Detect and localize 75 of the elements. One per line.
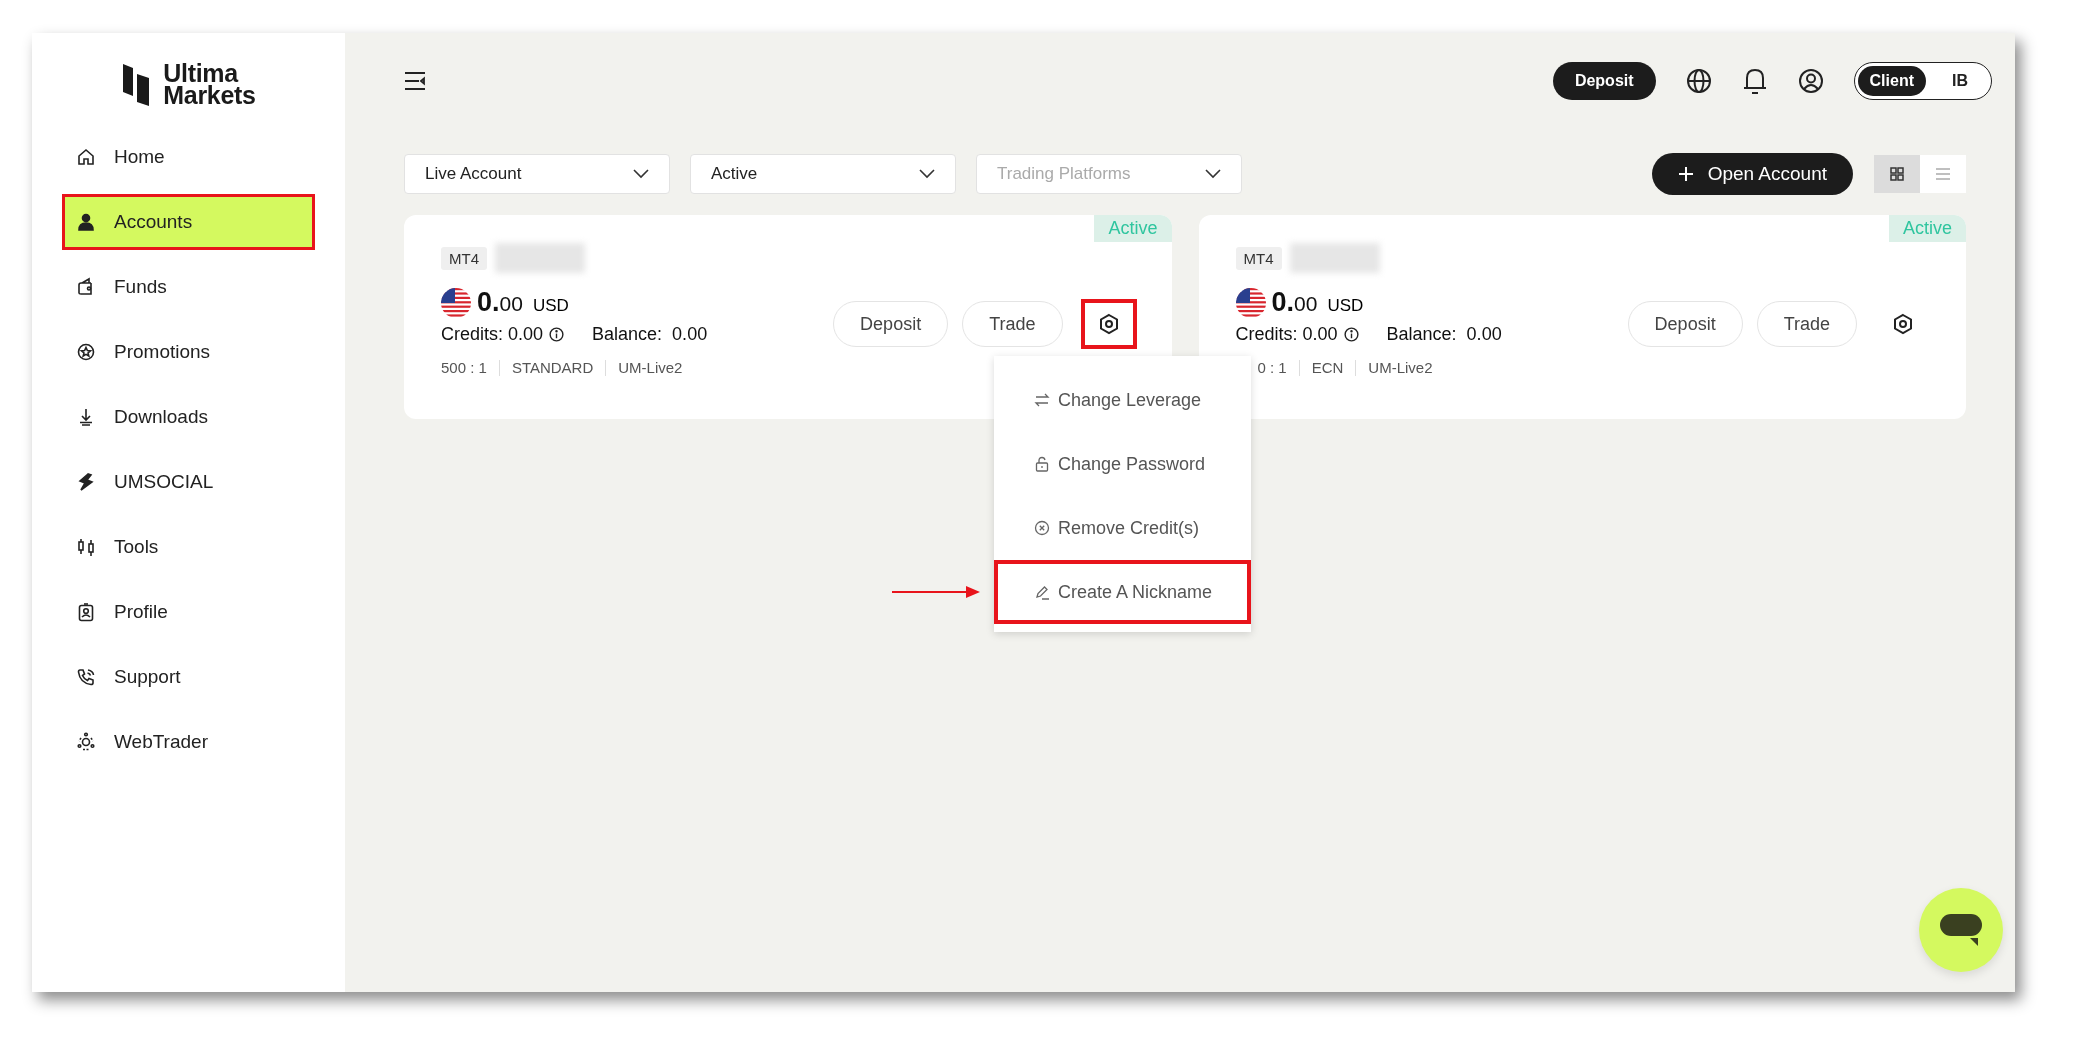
list-icon	[1935, 167, 1951, 181]
credits-text: Credits: 0.00	[1235, 324, 1338, 345]
logo-mark-icon	[121, 62, 152, 106]
menu-icon[interactable]	[404, 71, 426, 91]
card-action-button[interactable]: Trade	[1756, 301, 1857, 347]
grid-icon	[1890, 167, 1904, 181]
chevron-down-icon	[633, 169, 649, 179]
nav-item[interactable]: UMSOCIAL	[62, 454, 315, 510]
menu-item[interactable]: Change Password	[994, 432, 1251, 496]
card-action-button[interactable]: Deposit	[1627, 301, 1743, 347]
chat-bubble-icon	[1938, 912, 1984, 948]
nav-item[interactable]: Profile	[62, 584, 315, 640]
candlestick-icon	[76, 537, 96, 557]
filter-dropdown[interactable]: Live Account	[404, 154, 670, 194]
settings-icon	[1097, 313, 1120, 335]
platform-tag: MT4	[441, 246, 487, 270]
home-icon	[76, 147, 96, 167]
settings-button[interactable]	[1080, 299, 1137, 349]
currency-label: USD	[532, 296, 569, 316]
account-detail: UM-Live2	[1368, 359, 1433, 376]
plus-icon	[1677, 166, 1694, 182]
id-badge-icon	[76, 602, 96, 622]
balance-text: Balance: 0.00	[592, 324, 708, 345]
nav-item[interactable]: WebTrader	[62, 714, 315, 770]
account-detail: UM-Live2	[618, 359, 683, 376]
nav-item[interactable]: Home	[62, 129, 315, 185]
card-action-button[interactable]: Deposit	[833, 301, 949, 347]
menu-item[interactable]: Change Leverage	[994, 368, 1251, 432]
account-detail: STANDARD	[511, 359, 594, 376]
pen-icon	[1034, 584, 1050, 600]
balance-amount: 0.00	[1271, 287, 1318, 318]
grid-view-button[interactable]	[1874, 155, 1920, 193]
currency-label: USD	[1327, 296, 1364, 316]
chevron-down-icon	[919, 169, 935, 179]
balance-text: Balance: 0.00	[1386, 324, 1502, 345]
globe-icon[interactable]	[1685, 68, 1712, 94]
platform-tag: MT4	[1235, 246, 1282, 270]
nav-item[interactable]: Tools	[62, 519, 315, 575]
status-badge: Active	[1888, 215, 1966, 242]
menu-item[interactable]: Create A Nickname	[994, 560, 1251, 624]
info-icon[interactable]	[1343, 327, 1359, 342]
account-detail: 500 : 1	[441, 359, 487, 376]
logo-text: Ultima Markets	[163, 62, 256, 106]
nav-item[interactable]: Promotions	[62, 324, 315, 380]
chevron-down-icon	[1205, 169, 1221, 179]
card-action-button[interactable]: Trade	[962, 301, 1063, 347]
mode-option[interactable]: IB	[1932, 66, 1988, 96]
info-icon[interactable]	[549, 327, 565, 342]
close-circle-icon	[1034, 520, 1050, 536]
account-detail: ECN	[1311, 359, 1344, 376]
nav-item[interactable]: Funds	[62, 259, 315, 315]
mode-option[interactable]: Client	[1857, 66, 1926, 96]
nav-item[interactable]: Downloads	[62, 389, 315, 445]
swap-arrows-icon	[1034, 392, 1050, 408]
network-icon	[76, 732, 96, 752]
nav-item[interactable]: Support	[62, 649, 315, 705]
notification-bell-icon[interactable]	[1741, 67, 1768, 95]
credits-text: Credits: 0.00	[441, 324, 544, 345]
us-flag-icon	[441, 287, 471, 318]
account-icon[interactable]	[1797, 68, 1824, 94]
us-flag-icon	[1235, 287, 1266, 318]
filter-dropdown[interactable]: Active	[690, 154, 956, 194]
account-detail: 0 : 1	[1257, 359, 1287, 376]
balance-amount: 0.00	[477, 287, 523, 318]
menu-item[interactable]: Remove Credit(s)	[994, 496, 1251, 560]
status-badge: Active	[1094, 215, 1172, 242]
phone-icon	[76, 667, 96, 687]
lock-icon	[1034, 456, 1050, 472]
open-account-button[interactable]: Open Account	[1651, 153, 1853, 195]
bolt-icon	[76, 472, 96, 492]
nav-item[interactable]: Accounts	[62, 194, 315, 250]
deposit-button[interactable]: Deposit	[1552, 62, 1656, 100]
settings-icon	[1892, 313, 1914, 335]
person-icon	[76, 212, 96, 232]
star-badge-icon	[76, 342, 96, 362]
